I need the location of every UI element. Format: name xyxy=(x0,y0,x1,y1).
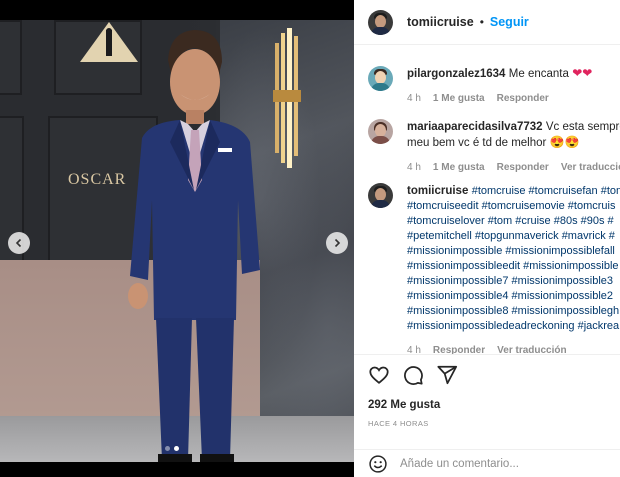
hashtag-line[interactable]: #missionimpossibleedit #missionimpossibl… xyxy=(407,259,620,274)
actions-divider xyxy=(354,354,620,355)
comment-item: mariaaparecidasilva7732 Vc esta sempre t… xyxy=(368,119,620,175)
carousel-dots xyxy=(165,446,179,451)
caption-username[interactable]: tomiicruise xyxy=(407,185,468,197)
comment-icon[interactable] xyxy=(402,364,424,386)
translate-button[interactable]: Ver traducción xyxy=(561,160,620,175)
add-comment-bar xyxy=(354,449,620,477)
wall-panel xyxy=(0,20,22,95)
emoji-smiley-icon[interactable] xyxy=(368,454,388,474)
post-side-panel: tomiicruise • Seguir pilargonzalez1634 M… xyxy=(354,0,620,477)
hashtag-line[interactable]: #tomcruiseedit #tomcruisemovie #tomcruis xyxy=(407,199,620,214)
caption-item: tomiicruise #tomcruise #tomcruisefan #to… xyxy=(368,183,620,358)
reply-button[interactable]: Responder xyxy=(433,343,485,358)
hashtag-line[interactable]: #missionimpossibledeadreckoning #jackrea xyxy=(407,319,620,334)
carousel-next-button[interactable] xyxy=(326,232,348,254)
add-comment-input[interactable] xyxy=(400,457,600,470)
comment-text-continued: meu bem vc é td de melhor xyxy=(407,137,547,149)
caption-time[interactable]: 4 h xyxy=(407,343,421,358)
post-actions xyxy=(368,364,458,386)
reply-button[interactable]: Responder xyxy=(497,160,549,175)
avatar[interactable] xyxy=(368,119,393,144)
comment-username[interactable]: mariaaparecidasilva7732 xyxy=(407,121,543,133)
heart-icon[interactable] xyxy=(368,364,390,386)
chevron-right-icon xyxy=(334,238,341,248)
hashtag-line[interactable]: #missionimpossible #missionimpossiblefal… xyxy=(407,244,620,259)
post-image[interactable]: OSCAR xyxy=(0,20,354,462)
comment-username[interactable]: pilargonzalez1634 xyxy=(407,68,505,80)
heart-emoji: ❤❤ xyxy=(572,66,593,80)
hashtag-line[interactable]: #tomcruiselover #tom #cruise #80s #90s # xyxy=(407,214,620,229)
header-separator: • xyxy=(479,15,484,29)
comment-time[interactable]: 4 h xyxy=(407,160,421,175)
hashtag-line[interactable]: #missionimpossible7 #missionimpossible3 xyxy=(407,274,620,289)
avatar[interactable] xyxy=(368,66,393,91)
post-header: tomiicruise • Seguir xyxy=(354,0,620,44)
person-in-suit xyxy=(128,30,260,462)
comment-likes[interactable]: 1 Me gusta xyxy=(433,160,485,175)
carousel-dot-active xyxy=(174,446,179,451)
reply-button[interactable]: Responder xyxy=(497,91,549,106)
comment-text: Vc esta sempre to xyxy=(545,121,620,133)
carousel-dot xyxy=(165,446,170,451)
likes-count[interactable]: 292 Me gusta xyxy=(368,399,440,411)
chevron-left-icon xyxy=(15,238,22,248)
carousel-prev-button[interactable] xyxy=(8,232,30,254)
post-timestamp: HACE 4 HORAS xyxy=(368,419,429,428)
hashtag-line[interactable]: #missionimpossible8 #missionimpossiblegh xyxy=(407,304,620,319)
avatar[interactable] xyxy=(368,183,393,208)
comment-time[interactable]: 4 h xyxy=(407,91,421,106)
hashtag-line[interactable]: #petemitchell #topgunmaverick #mavrick # xyxy=(407,229,620,244)
author-username[interactable]: tomiicruise xyxy=(407,15,474,29)
comment-meta: 4 h 1 Me gusta Responder Ver traducción xyxy=(407,160,620,175)
heart-eyes-emoji: 😍😍 xyxy=(549,135,580,149)
comment-item: pilargonzalez1634 Me encanta ❤❤ 4 h 1 Me… xyxy=(368,66,620,106)
comment-likes[interactable]: 1 Me gusta xyxy=(433,91,485,106)
hashtag-line[interactable]: #tomcruise #tomcruisefan #tom xyxy=(472,185,620,197)
comment-meta: 4 h 1 Me gusta Responder xyxy=(407,91,620,106)
translate-button[interactable]: Ver traducción xyxy=(497,343,566,358)
header-divider xyxy=(354,44,620,45)
caption-meta: 4 h Responder Ver traducción xyxy=(407,343,620,358)
share-icon[interactable] xyxy=(436,364,458,386)
hashtag-line[interactable]: #missionimpossible4 #missionimpossible2 xyxy=(407,289,620,304)
avatar[interactable] xyxy=(368,9,393,35)
follow-button[interactable]: Seguir xyxy=(490,15,529,29)
comment-text: Me encanta xyxy=(508,68,569,80)
